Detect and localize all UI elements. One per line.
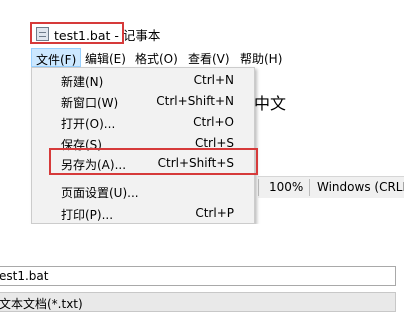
menu-file[interactable]: 文件(F) bbox=[31, 48, 82, 67]
zoom-level: 100% bbox=[269, 180, 304, 194]
menu-help[interactable]: 帮助(H) bbox=[240, 50, 282, 67]
menu-item-label: 新建(N) bbox=[61, 75, 104, 89]
menu-item-shortcut: Ctrl+P bbox=[195, 206, 234, 220]
menu-item-shortcut: Ctrl+O bbox=[193, 115, 234, 129]
save-as-highlight-box bbox=[49, 148, 258, 175]
menu-item-label: 新窗口(W) bbox=[61, 96, 119, 110]
file-name-value: est1.bat bbox=[0, 269, 49, 283]
file-menu: 新建(N) Ctrl+N 新窗口(W) Ctrl+Shift+N 打开(O)..… bbox=[31, 67, 255, 224]
menu-item-label: 页面设置(U)... bbox=[61, 186, 139, 200]
title-highlight-box bbox=[30, 22, 124, 44]
menu-item-new[interactable]: 新建(N) Ctrl+N bbox=[32, 69, 254, 91]
line-ending: Windows (CRLF) bbox=[317, 180, 404, 194]
menu-view[interactable]: 查看(V) bbox=[188, 50, 230, 67]
file-name-input[interactable]: est1.bat bbox=[0, 266, 396, 286]
menu-item-page-setup[interactable]: 页面设置(U)... bbox=[32, 180, 254, 202]
menu-format[interactable]: 格式(O) bbox=[135, 50, 178, 67]
menu-edit[interactable]: 编辑(E) bbox=[85, 50, 126, 67]
menu-item-label: 打开(O)... bbox=[61, 117, 116, 131]
file-type-value: 文本文档(*.txt) bbox=[0, 297, 83, 311]
document-text[interactable]: 中文 bbox=[254, 90, 286, 114]
menu-item-open[interactable]: 打开(O)... Ctrl+O bbox=[32, 111, 254, 133]
menu-bar: 文件(F) 编辑(E) 格式(O) 查看(V) 帮助(H) bbox=[28, 48, 404, 68]
menu-item-new-window[interactable]: 新窗口(W) Ctrl+Shift+N bbox=[32, 90, 254, 112]
status-bar: 100% Windows (CRLF) bbox=[258, 176, 404, 198]
menu-item-label: 打印(P)... bbox=[61, 208, 114, 222]
menu-item-shortcut: Ctrl+N bbox=[193, 73, 234, 87]
status-divider bbox=[258, 179, 259, 196]
menu-item-print[interactable]: 打印(P)... Ctrl+P bbox=[32, 202, 254, 224]
status-divider bbox=[309, 179, 310, 196]
menu-item-shortcut: Ctrl+Shift+N bbox=[156, 94, 234, 108]
file-type-select[interactable]: 文本文档(*.txt) bbox=[0, 292, 396, 312]
